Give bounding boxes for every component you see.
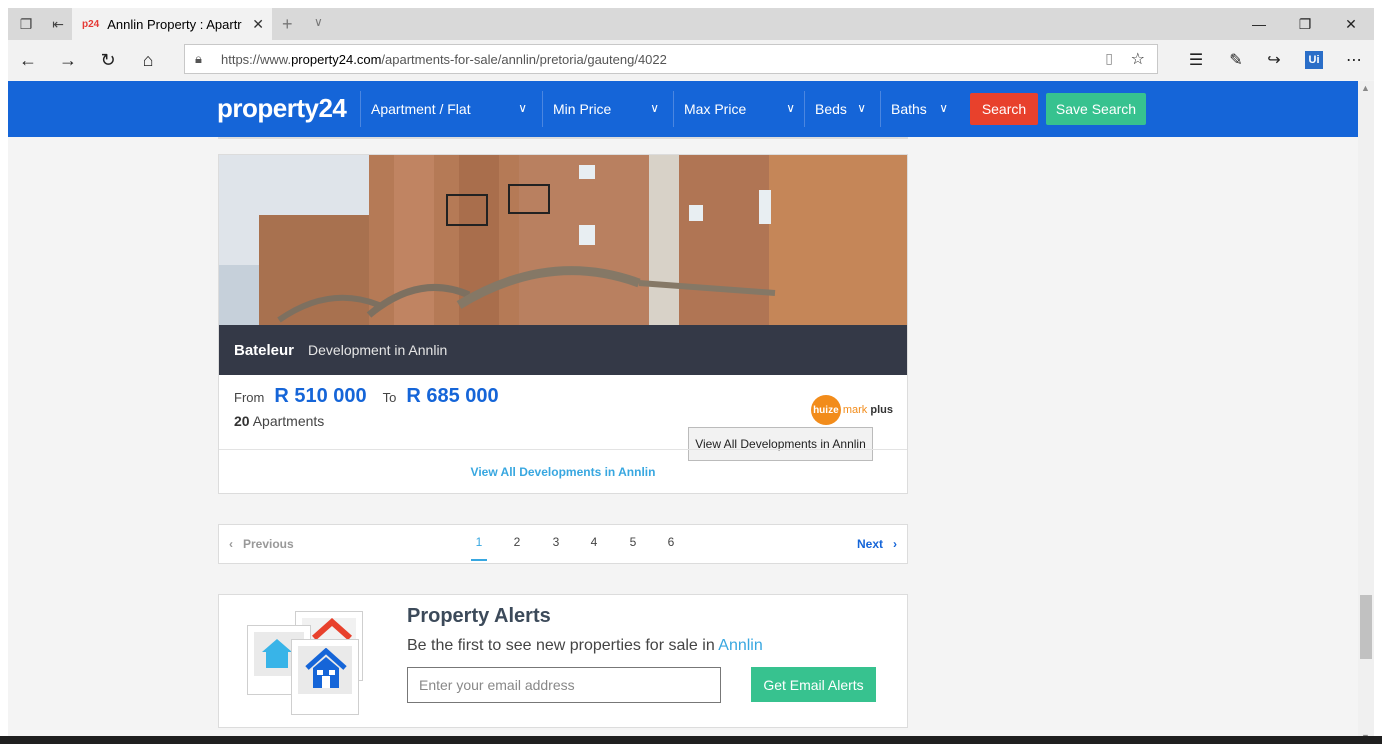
to-price: R 685 000 bbox=[406, 385, 499, 407]
set-tabs-aside-icon[interactable]: ⇤ bbox=[40, 8, 76, 40]
email-input[interactable] bbox=[407, 667, 721, 703]
blue-house-icon bbox=[305, 648, 347, 688]
chevron-down-icon: ∨ bbox=[939, 101, 948, 115]
property-type-label: Apartment / Flat bbox=[371, 101, 471, 117]
max-price-dropdown[interactable]: Max Price ∨ bbox=[673, 91, 803, 127]
max-price-label: Max Price bbox=[684, 101, 747, 117]
previous-card-edge bbox=[218, 137, 908, 139]
chevron-down-icon[interactable]: ∨ bbox=[314, 15, 323, 29]
pen-icon[interactable]: ✎ bbox=[1218, 44, 1254, 76]
new-tab-icon[interactable]: + bbox=[282, 14, 293, 35]
alerts-location-link[interactable]: Annlin bbox=[718, 637, 762, 654]
card-divider bbox=[219, 449, 907, 450]
ui-extension-icon[interactable]: Ui bbox=[1296, 44, 1332, 76]
next-label: Next bbox=[856, 537, 883, 551]
page-3-link[interactable]: 3 bbox=[548, 535, 564, 549]
tooltip: View All Developments in Annlin bbox=[688, 427, 873, 461]
url-field[interactable]: 🔒︎ https://www. property24.com/apartments… bbox=[184, 44, 1158, 74]
page-2-link[interactable]: 2 bbox=[509, 535, 525, 549]
agency-logo[interactable]: huize mark plus bbox=[810, 395, 893, 425]
agency-logo-mark: mark bbox=[842, 404, 868, 416]
close-window-icon[interactable]: ✕ bbox=[1328, 8, 1374, 40]
previous-label: Previous bbox=[243, 537, 294, 551]
previous-page-button[interactable]: ‹ Previous bbox=[229, 537, 294, 551]
development-type: Development in Annlin bbox=[308, 342, 448, 358]
share-icon[interactable]: ↪ bbox=[1256, 44, 1292, 76]
agency-logo-circle: huize bbox=[810, 395, 841, 425]
min-price-label: Min Price bbox=[553, 101, 612, 117]
tab-bar: ❐ ⇤ p24 Annlin Property : Apartr ✕ + ∨ —… bbox=[8, 8, 1374, 40]
light-blue-house-icon bbox=[262, 639, 292, 668]
favicon-icon: p24 bbox=[82, 18, 100, 30]
baths-label: Baths bbox=[891, 101, 927, 117]
tab-actions-icon[interactable]: ❐ bbox=[8, 8, 44, 40]
agency-logo-text: mark plus bbox=[843, 404, 893, 416]
restore-icon[interactable]: ❐ bbox=[1282, 8, 1328, 40]
minimize-icon[interactable]: — bbox=[1236, 8, 1282, 40]
browser-tab[interactable]: p24 Annlin Property : Apartr ✕ bbox=[72, 8, 272, 40]
illustration-card-front bbox=[291, 639, 359, 715]
beds-dropdown[interactable]: Beds ∨ bbox=[804, 91, 874, 127]
home-icon[interactable]: ⌂ bbox=[130, 44, 166, 76]
page-5-link[interactable]: 5 bbox=[625, 535, 641, 549]
back-icon[interactable]: ← bbox=[10, 44, 46, 76]
pagination: ‹ Previous 1 2 3 4 5 6 Next › bbox=[218, 524, 908, 564]
address-bar-row: ← → ↻ ⌂ 🔒︎ https://www. property24.com/ap… bbox=[8, 40, 1374, 80]
from-price: R 510 000 bbox=[274, 385, 367, 407]
browser-window: ❐ ⇤ p24 Annlin Property : Apartr ✕ + ∨ —… bbox=[8, 8, 1374, 744]
development-caption: Bateleur Development in Annlin bbox=[219, 325, 907, 375]
unit-count: 20 Apartments bbox=[234, 413, 324, 429]
url-prefix: https://www. bbox=[221, 51, 292, 67]
page-6-link[interactable]: 6 bbox=[663, 535, 679, 549]
close-tab-icon[interactable]: ✕ bbox=[252, 16, 264, 33]
search-button[interactable]: Search bbox=[970, 93, 1038, 125]
forward-icon[interactable]: → bbox=[50, 44, 86, 76]
chevron-down-icon: ∨ bbox=[518, 101, 527, 115]
chevron-left-icon: ‹ bbox=[229, 537, 243, 551]
lock-icon: 🔒︎ bbox=[195, 51, 202, 66]
baths-dropdown[interactable]: Baths ∨ bbox=[880, 91, 956, 127]
property-type-dropdown[interactable]: Apartment / Flat ∨ bbox=[360, 91, 535, 127]
current-page-indicator bbox=[471, 559, 487, 561]
url-path: /apartments-for-sale/annlin/pretoria/gau… bbox=[381, 51, 667, 67]
min-price-dropdown[interactable]: Min Price ∨ bbox=[542, 91, 667, 127]
scroll-up-icon[interactable]: ▲ bbox=[1361, 83, 1370, 93]
property-alerts-panel: Property Alerts Be the first to see new … bbox=[218, 594, 908, 728]
unit-count-number: 20 bbox=[234, 413, 250, 429]
chevron-down-icon: ∨ bbox=[650, 101, 659, 115]
alerts-subtitle: Be the first to see new properties for s… bbox=[407, 637, 763, 655]
tab-title: Annlin Property : Apartr bbox=[107, 16, 242, 32]
more-icon[interactable]: ⋯ bbox=[1336, 44, 1372, 76]
from-label: From bbox=[234, 390, 265, 405]
chevron-down-icon: ∨ bbox=[786, 101, 795, 115]
save-search-button[interactable]: Save Search bbox=[1046, 93, 1146, 125]
page-1-link[interactable]: 1 bbox=[471, 535, 487, 549]
development-card[interactable]: Bateleur Development in Annlin From R 51… bbox=[218, 154, 908, 494]
page-scrollbar[interactable]: ▲ ▼ bbox=[1358, 81, 1374, 744]
taskbar bbox=[0, 736, 1382, 744]
beds-label: Beds bbox=[815, 101, 847, 117]
chevron-down-icon: ∨ bbox=[857, 101, 866, 115]
refresh-icon[interactable]: ↻ bbox=[90, 44, 126, 76]
site-logo[interactable]: property24 bbox=[217, 93, 347, 124]
agency-logo-plus: plus bbox=[870, 404, 893, 416]
alerts-subtitle-text: Be the first to see new properties for s… bbox=[407, 637, 715, 654]
get-email-alerts-button[interactable]: Get Email Alerts bbox=[751, 667, 876, 702]
unit-count-label: Apartments bbox=[252, 413, 325, 429]
favorite-star-icon[interactable]: ☆ bbox=[1131, 49, 1145, 69]
alerts-title: Property Alerts bbox=[407, 605, 551, 627]
price-range: From R 510 000 To R 685 000 bbox=[234, 385, 515, 408]
development-name[interactable]: Bateleur bbox=[234, 342, 294, 359]
reading-view-icon[interactable]: ▯ bbox=[1105, 50, 1113, 67]
favorites-list-icon[interactable]: ☰ bbox=[1178, 44, 1214, 76]
site-header: property24 Apartment / Flat ∨ Min Price … bbox=[8, 81, 1358, 137]
to-label: To bbox=[382, 390, 397, 405]
chevron-right-icon: › bbox=[883, 537, 897, 551]
page-4-link[interactable]: 4 bbox=[586, 535, 602, 549]
url-host: property24.com bbox=[291, 51, 382, 67]
view-all-developments-link[interactable]: View All Developments in Annlin bbox=[219, 465, 907, 479]
scrollbar-thumb[interactable] bbox=[1360, 595, 1372, 659]
next-page-button[interactable]: Next › bbox=[857, 537, 897, 551]
